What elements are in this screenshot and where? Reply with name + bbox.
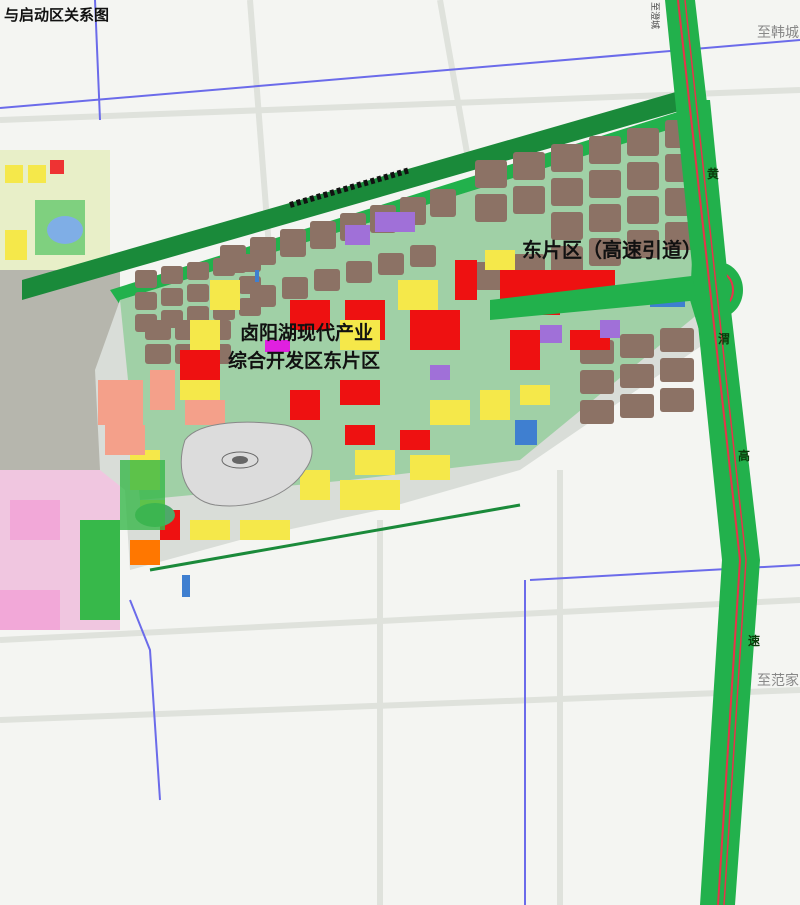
highway-char-4: 速 — [748, 634, 761, 648]
central-zone-label-line2: 综合开发区东片区 — [228, 350, 381, 372]
land-use-map — [0, 0, 800, 905]
destination-top-label: 至韩城 — [757, 25, 799, 41]
small-road-label: 至澄城 — [649, 2, 659, 30]
highway-char-2: 渭 — [718, 332, 731, 346]
destination-right-label: 至范家 — [757, 673, 799, 689]
east-zone-label: 东片区（高速引道） — [522, 238, 702, 262]
central-zone-label-line1: 卤阳湖现代产业 — [240, 322, 374, 344]
highway-char-1: 黄 — [707, 167, 720, 181]
map-title: 与启动区关系图 — [4, 6, 110, 24]
map-canvas: 与启动区关系图 东片区（高速引道） 卤阳湖现代产业 综合开发区东片区 至韩城 至… — [0, 0, 800, 905]
highway-char-3: 高 — [738, 449, 751, 463]
